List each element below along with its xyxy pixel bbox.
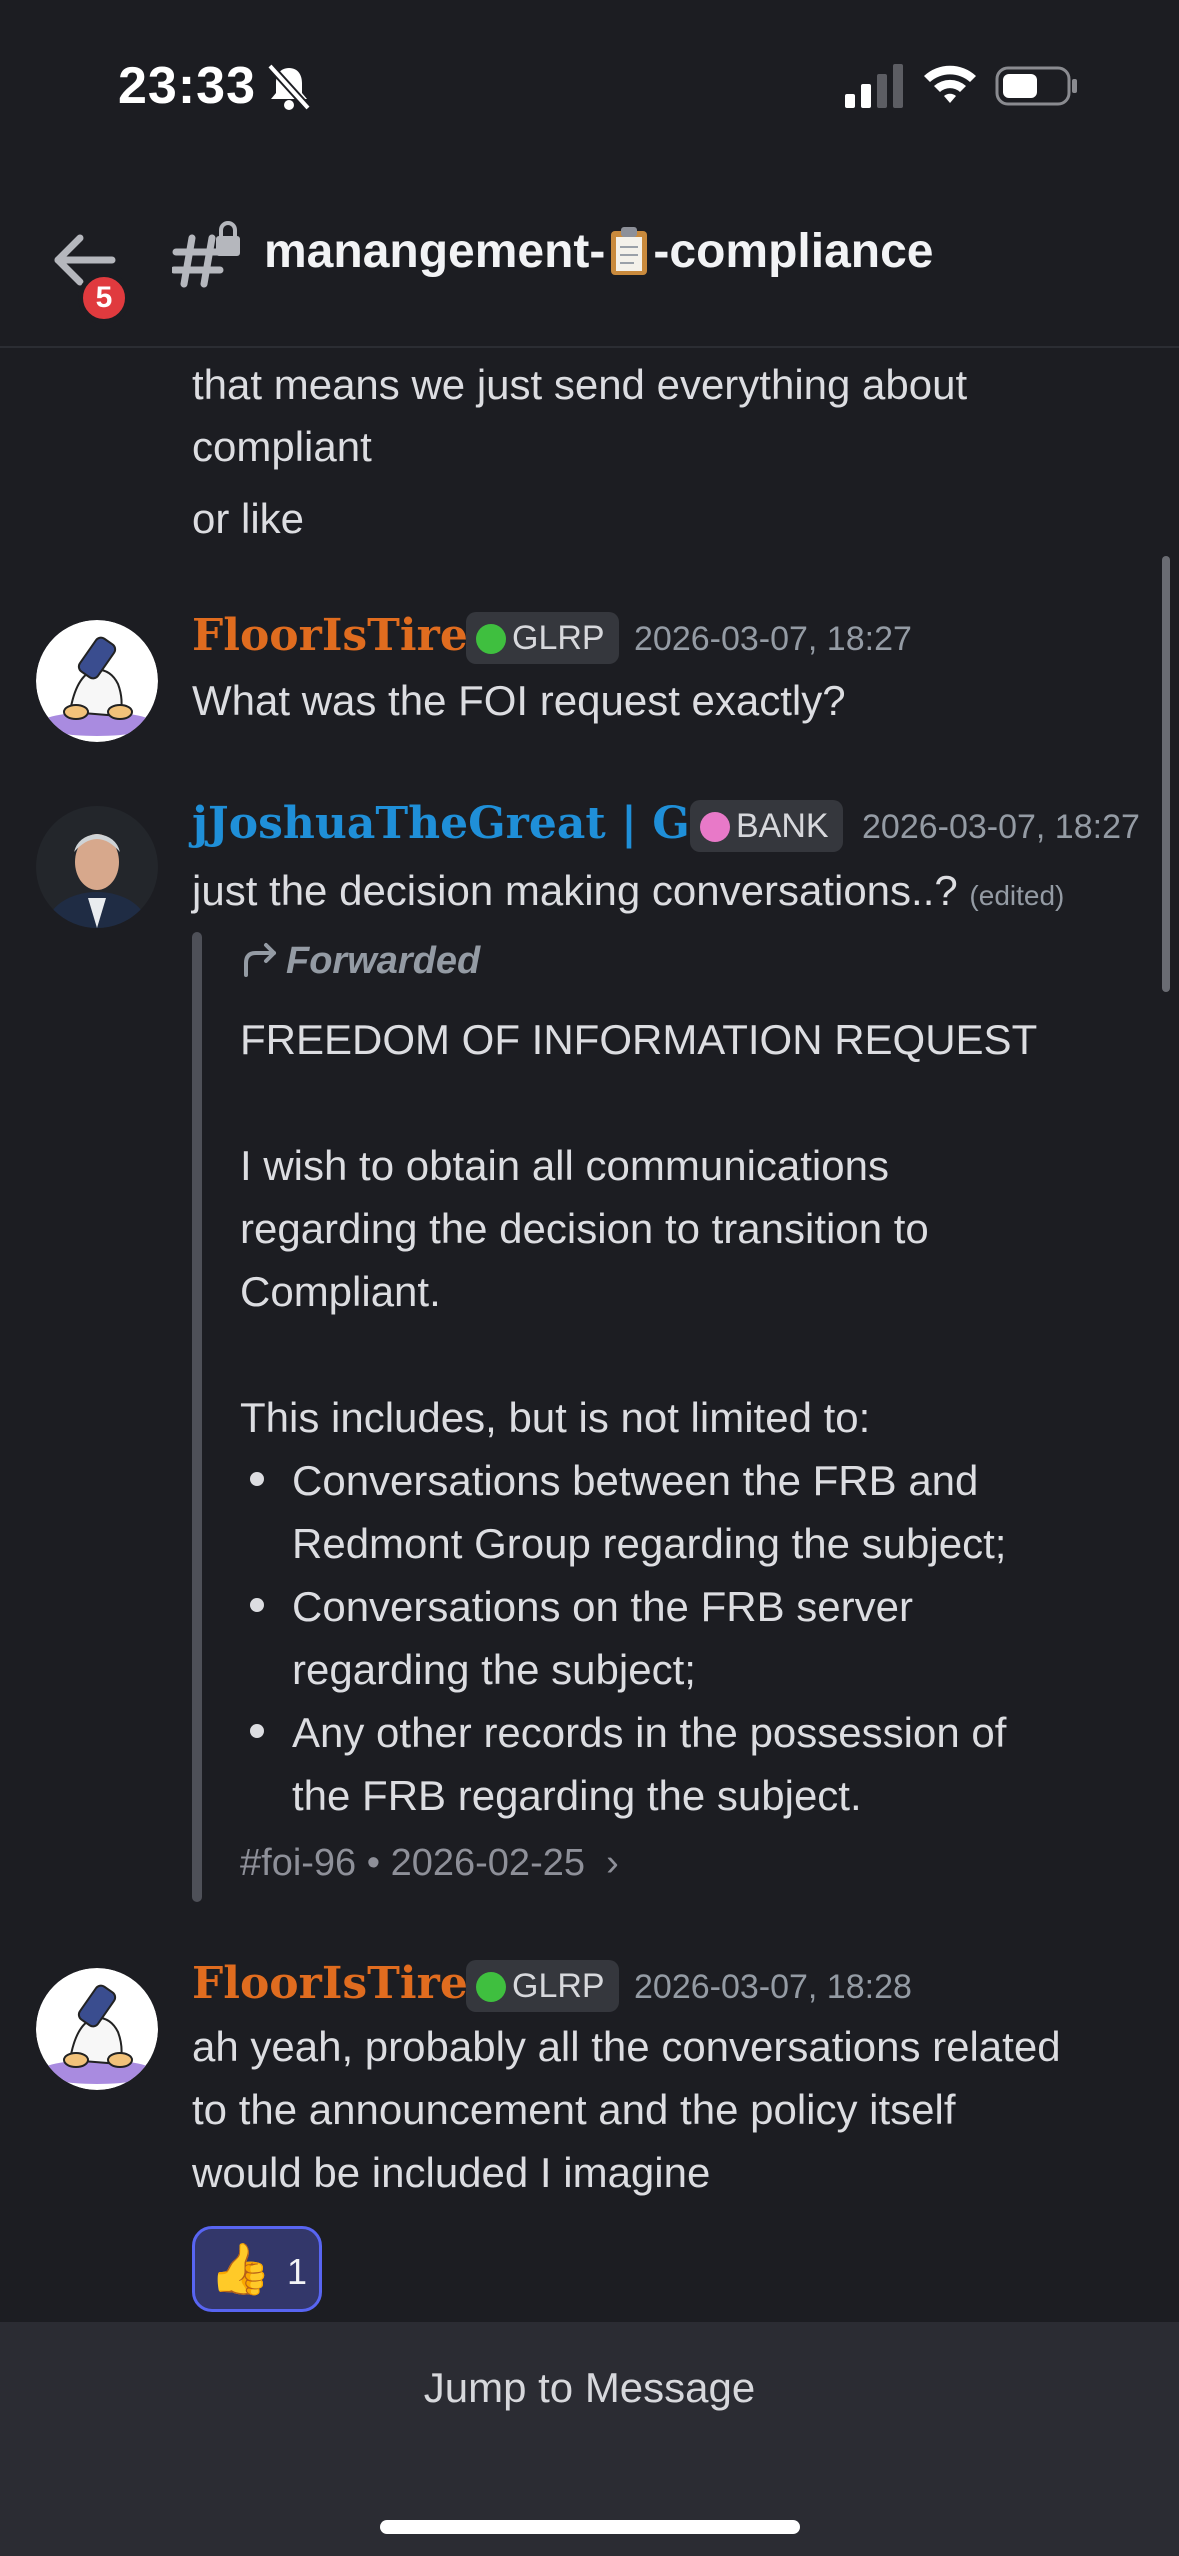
battery-icon <box>995 66 1077 106</box>
forward-text: Compliant. <box>240 1268 441 1315</box>
avatar[interactable] <box>36 806 158 928</box>
list-item: Any other records in the possession of <box>292 1709 1007 1756</box>
forward-text: regarding the decision to transition to <box>240 1205 929 1252</box>
forward-heading: FREEDOM OF INFORMATION REQUEST <box>240 1016 1038 1063</box>
message-text: What was the FOI request exactly? <box>192 677 846 724</box>
list-item: Redmont Group regarding the subject; <box>292 1520 1007 1567</box>
status-bar: 23:33 <box>0 0 1179 170</box>
edited-label: (edited) <box>969 880 1065 911</box>
channel-header: 5 manangement- -compliance <box>0 190 1179 348</box>
role-tag-label: GLRP <box>512 619 605 657</box>
reaction-count: 1 <box>287 2251 308 2292</box>
wifi-icon <box>924 65 976 103</box>
list-item: the FRB regarding the subject. <box>292 1772 862 1819</box>
clipboard-icon <box>611 227 648 275</box>
message-text: ah yeah, probably all the conversations … <box>192 2023 1061 2070</box>
author-name[interactable]: FloorIsTired <box>192 610 499 661</box>
list-item: regarding the subject; <box>292 1646 696 1693</box>
role-tag[interactable]: GLRP <box>466 612 619 664</box>
role-tag-label: BANK <box>736 807 829 845</box>
message-text: or like <box>192 495 305 542</box>
jump-bar: Jump to Message <box>0 2322 1179 2556</box>
message-timestamp: 2026-03-07, 18:28 <box>634 1968 912 2006</box>
message-text: just the decision making conversations..… <box>192 867 1065 914</box>
list-item: Conversations on the FRB server <box>292 1583 913 1630</box>
channel-name-suffix: -compliance <box>653 225 934 278</box>
message-text: compliant <box>192 423 372 470</box>
avatar[interactable] <box>36 620 158 742</box>
role-tag[interactable]: GLRP <box>466 1960 619 2012</box>
forward-text: This includes, but is not limited to: <box>240 1394 871 1441</box>
message-text: that means we just send everything about <box>192 361 968 408</box>
channel-name[interactable]: manangement- -compliance <box>264 224 933 279</box>
list-bullet <box>250 1598 264 1612</box>
forward-text: I wish to obtain all communications <box>240 1142 889 1189</box>
forward-quote-bar <box>192 932 202 1902</box>
role-tag[interactable]: BANK <box>690 800 843 852</box>
forward-arrow-icon <box>244 943 276 977</box>
jump-to-message-button[interactable]: Jump to Message <box>0 2364 1179 2412</box>
forward-source-link[interactable]: #foi-96 • 2026-02-25 › <box>240 1842 619 1885</box>
avatar-image <box>36 806 158 928</box>
avatar-image <box>36 620 158 742</box>
list-bullet <box>250 1472 264 1486</box>
message-text: would be included I imagine <box>192 2149 711 2196</box>
avatar[interactable] <box>36 1968 158 2090</box>
avatar-image <box>36 1968 158 2090</box>
message-timestamp: 2026-03-07, 18:27 <box>862 808 1140 846</box>
home-indicator[interactable] <box>380 2520 800 2534</box>
author-name[interactable]: FloorIsTired <box>192 1958 499 2009</box>
skull-icon <box>476 1972 506 2002</box>
reaction-thumbs-up[interactable]: 👍 1 <box>192 2226 322 2312</box>
unread-badge: 5 <box>78 272 130 324</box>
locked-channel-icon <box>172 221 240 288</box>
bell-muted-icon <box>267 63 311 111</box>
role-tag-label: GLRP <box>512 1967 605 2005</box>
scrollbar[interactable] <box>1162 556 1170 992</box>
message-timestamp: 2026-03-07, 18:27 <box>634 620 912 658</box>
list-bullet <box>250 1724 264 1738</box>
chevron-right-icon: › <box>606 1842 619 1884</box>
thumbs-up-icon: 👍 <box>209 2241 272 2297</box>
status-time: 23:33 <box>118 57 256 115</box>
pill-icon <box>700 812 730 842</box>
cellular-signal-icon <box>845 64 903 108</box>
channel-name-prefix: manangement- <box>264 225 606 278</box>
forwarded-label: Forwarded <box>240 940 480 983</box>
list-item: Conversations between the FRB and <box>292 1457 979 1504</box>
author-name[interactable]: jJoshuaTheGreat | G... <box>192 798 734 849</box>
message-text: to the announcement and the policy itsel… <box>192 2086 956 2133</box>
skull-icon <box>476 624 506 654</box>
